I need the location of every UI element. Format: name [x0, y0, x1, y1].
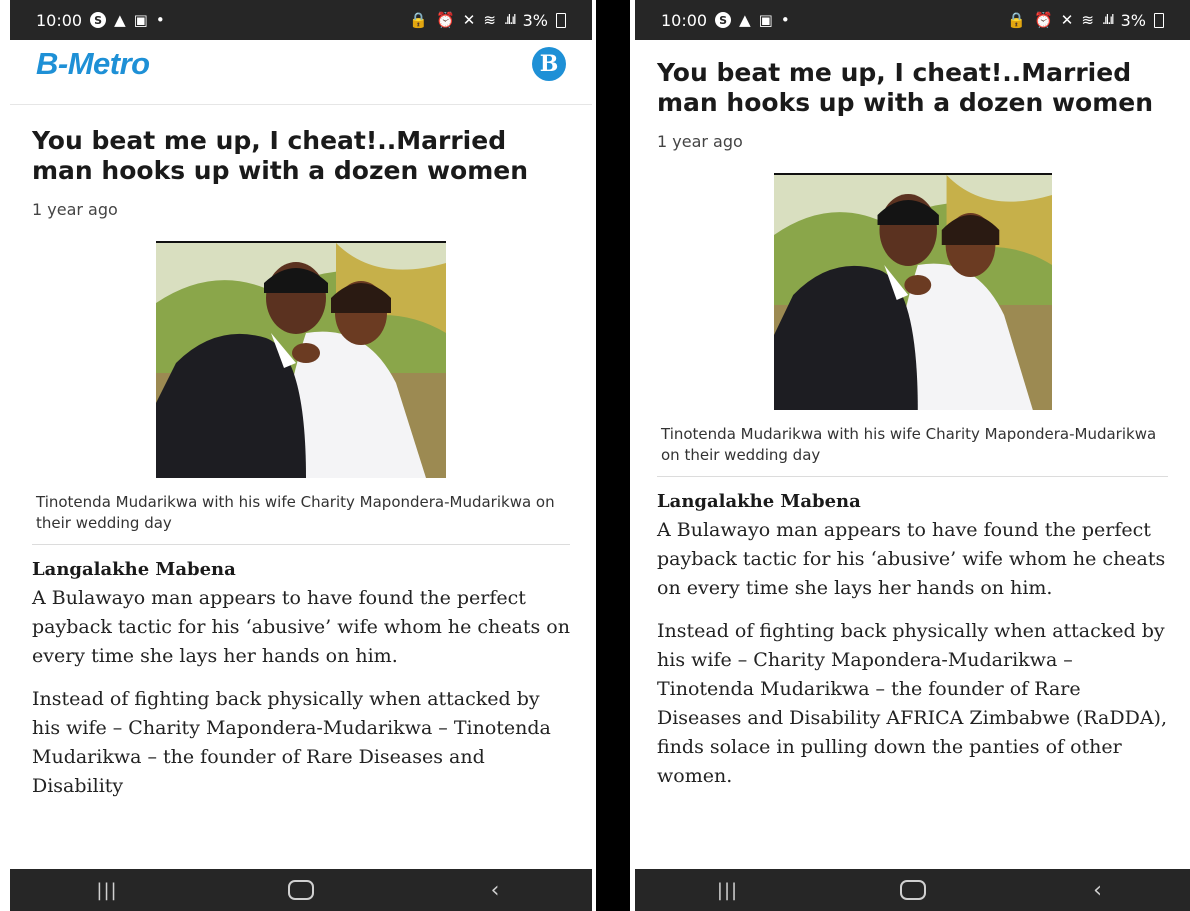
article-timestamp: 1 year ago	[657, 132, 743, 151]
phone-screen-left: 10:00 S ▲ ▣ • 🔒 ⏰ ✕ ≋ .ıl.ıl 3% B-Metro …	[10, 0, 592, 911]
article-author: Langalakhe Mabena	[657, 491, 861, 512]
more-notifications-icon: •	[155, 10, 165, 29]
mute-icon: ✕	[462, 10, 476, 29]
status-bar: 10:00 S ▲ ▣ • 🔒 ⏰ ✕ ≋ .ıl.ıl 3%	[10, 0, 592, 40]
recents-button[interactable]: |||	[698, 869, 758, 911]
article-headline: You beat me up, I cheat!..Married man ho…	[32, 126, 529, 185]
article: You beat me up, I cheat!..Married man ho…	[635, 58, 1190, 805]
warning-icon: ▲	[739, 10, 751, 29]
back-button[interactable]: ‹	[1068, 869, 1128, 911]
system-nav-bar: ||| ‹	[635, 869, 1190, 911]
article-paragraph: Instead of fighting back physically when…	[32, 688, 551, 797]
system-nav-bar: ||| ‹	[10, 869, 592, 911]
wedding-photo[interactable]	[156, 241, 446, 478]
back-icon: ‹	[1093, 877, 1102, 903]
app-notification-icon: S	[90, 12, 107, 28]
app-header: B-Metro B	[10, 40, 592, 105]
home-button[interactable]	[883, 869, 943, 911]
home-icon	[288, 880, 314, 900]
status-time: 10:00	[661, 10, 708, 30]
wifi-icon: ≋	[483, 10, 496, 29]
image-notification-icon: ▣	[133, 10, 148, 29]
recents-icon: |||	[716, 879, 739, 901]
lock-icon: 🔒	[1007, 10, 1027, 29]
more-notifications-icon: •	[780, 10, 790, 29]
home-button[interactable]	[271, 869, 331, 911]
recents-icon: |||	[96, 879, 118, 901]
article: You beat me up, I cheat!..Married man ho…	[10, 126, 592, 815]
app-notification-icon: S	[715, 12, 732, 28]
phone-screen-right: 10:00 S ▲ ▣ • 🔒 ⏰ ✕ ≋ .ıl.ıl 3% You beat…	[635, 0, 1190, 911]
brand-button[interactable]: B	[532, 47, 566, 81]
b-metro-logo[interactable]: B-Metro	[36, 46, 150, 82]
article-paragraph: Instead of fighting back physically when…	[657, 620, 1168, 787]
article-paragraph: A Bulawayo man appears to have found the…	[32, 587, 570, 667]
article-author: Langalakhe Mabena	[32, 559, 236, 580]
photo-caption: Tinotenda Mudarikwa with his wife Charit…	[32, 492, 570, 545]
back-button[interactable]: ‹	[465, 869, 525, 911]
alarm-icon: ⏰	[1034, 10, 1053, 29]
photo-caption: Tinotenda Mudarikwa with his wife Charit…	[657, 424, 1168, 477]
home-icon	[899, 880, 926, 900]
wifi-icon: ≋	[1081, 10, 1094, 29]
wedding-photo-illustration	[156, 243, 446, 478]
article-timestamp: 1 year ago	[32, 200, 118, 219]
image-notification-icon: ▣	[758, 10, 773, 29]
signal-icon: .ıl.ıl	[1101, 12, 1115, 28]
alarm-icon: ⏰	[436, 10, 455, 29]
battery-percent: 3%	[1120, 10, 1146, 30]
wedding-photo-illustration	[773, 175, 1052, 410]
divider	[596, 0, 630, 911]
battery-percent: 3%	[522, 10, 548, 30]
battery-icon	[1154, 12, 1164, 28]
recents-button[interactable]: |||	[77, 869, 137, 911]
status-time: 10:00	[36, 10, 83, 30]
article-paragraph: A Bulawayo man appears to have found the…	[657, 519, 1166, 599]
warning-icon: ▲	[114, 10, 126, 29]
lock-icon: 🔒	[409, 10, 429, 29]
battery-icon	[556, 12, 566, 28]
signal-icon: .ıl.ıl	[503, 12, 517, 28]
article-headline: You beat me up, I cheat!..Married man ho…	[657, 58, 1154, 117]
wedding-photo[interactable]	[773, 173, 1052, 410]
mute-icon: ✕	[1060, 10, 1074, 29]
back-icon: ‹	[490, 877, 500, 903]
status-bar: 10:00 S ▲ ▣ • 🔒 ⏰ ✕ ≋ .ıl.ıl 3%	[635, 0, 1190, 40]
